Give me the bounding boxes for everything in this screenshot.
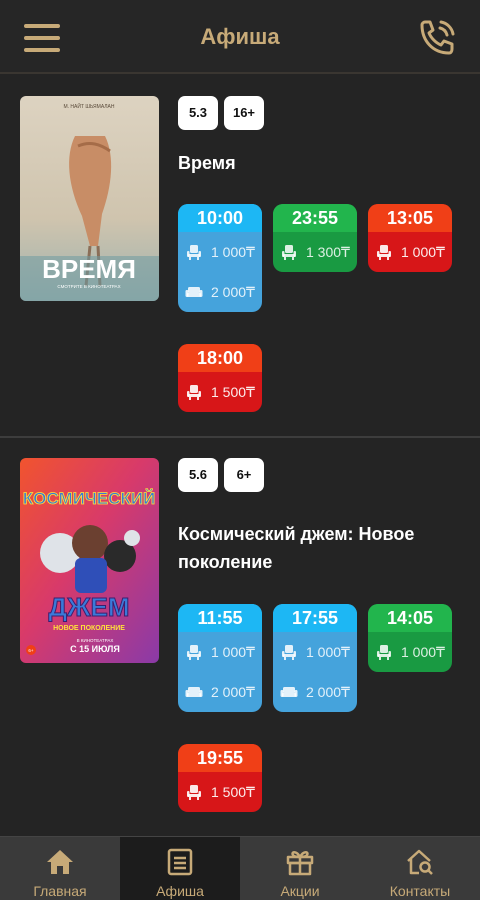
seance-time: 23:55 (273, 204, 357, 232)
nav-label: Акции (280, 883, 320, 899)
movie-title[interactable]: Время (178, 149, 458, 177)
price-value: 2 000₸ (211, 683, 255, 700)
age-badge: 16+ (224, 96, 264, 130)
poster-age: 6+ (28, 648, 34, 653)
movie-card[interactable]: М. НАЙТ ШЬЯМАЛАН ВРЕМЯ СМОТРИТЕ В КИНОТЕ… (0, 76, 480, 438)
price-value: 2 000₸ (306, 683, 350, 700)
movie-poster[interactable]: КОСМИЧЕСКИЙ ДЖЕМ НОВОЕ ПОКОЛЕНИЕ В КИНОТ… (20, 458, 159, 663)
poster-title-bottom: ДЖЕМ (48, 592, 129, 622)
poster-subtitle: СМОТРИТЕ В КИНОТЕАТРАХ (57, 284, 120, 289)
movie-list[interactable]: М. НАЙТ ШЬЯМАЛАН ВРЕМЯ СМОТРИТЕ В КИНОТЕ… (0, 76, 480, 836)
rating-badge: 5.3 (178, 96, 218, 130)
price-value: 1 300₸ (306, 243, 350, 260)
seance-button[interactable]: 10:00 1 000₸ 2 000₸ (178, 204, 262, 312)
price-value: 1 000₸ (401, 243, 445, 260)
phone-call-icon[interactable] (416, 18, 458, 60)
price-value: 1 000₸ (401, 643, 445, 660)
seance-time: 11:55 (178, 604, 262, 632)
poster-date-line1: В КИНОТЕАТРАХ (77, 638, 114, 643)
price-row: 1 000₸ (178, 232, 262, 272)
price-row: 2 000₸ (273, 672, 357, 712)
price-row: 1 500₸ (178, 372, 262, 412)
price-row: 1 300₸ (273, 232, 357, 272)
seance-button[interactable]: 14:05 1 000₸ (368, 604, 452, 672)
seance-button[interactable]: 11:55 1 000₸ 2 000₸ (178, 604, 262, 712)
seance-button[interactable]: 23:55 1 300₸ (273, 204, 357, 272)
poster-title-top: КОСМИЧЕСКИЙ (23, 489, 155, 508)
price-value: 1 500₸ (211, 383, 255, 400)
bottom-navigation: Главная Афиша Акции Контакты (0, 836, 480, 900)
top-app-bar: Афиша (0, 0, 480, 74)
seance-button[interactable]: 18:00 1 500₸ (178, 344, 262, 412)
nav-label: Главная (33, 883, 87, 899)
rating-badge: 5.6 (178, 458, 218, 492)
nav-item-promos[interactable]: Акции (240, 837, 360, 900)
movie-poster[interactable]: М. НАЙТ ШЬЯМАЛАН ВРЕМЯ СМОТРИТЕ В КИНОТЕ… (20, 96, 159, 301)
poster-list-icon (167, 848, 193, 876)
seance-time: 17:55 (273, 604, 357, 632)
gift-icon (286, 851, 314, 876)
poster-title: ВРЕМЯ (42, 254, 136, 284)
movie-title[interactable]: Космический джем: Новое поколение (178, 520, 458, 576)
seance-time: 18:00 (178, 344, 262, 372)
nav-item-home[interactable]: Главная (0, 837, 120, 900)
seat-icon (282, 645, 296, 660)
price-value: 1 000₸ (306, 643, 350, 660)
seat-icon (377, 245, 391, 260)
price-row: 2 000₸ (178, 672, 262, 712)
age-badge: 6+ (224, 458, 264, 492)
price-value: 2 000₸ (211, 283, 255, 300)
poster-date-line2: С 15 ИЮЛЯ (70, 644, 120, 654)
nav-item-afisha[interactable]: Афиша (120, 837, 240, 900)
sofa-icon (185, 287, 203, 297)
home-icon (47, 850, 73, 874)
movie-card[interactable]: КОСМИЧЕСКИЙ ДЖЕМ НОВОЕ ПОКОЛЕНИЕ В КИНОТ… (0, 438, 480, 836)
price-row: 1 000₸ (368, 632, 452, 672)
seance-time: 13:05 (368, 204, 452, 232)
sofa-icon (280, 687, 298, 697)
seat-icon (377, 645, 391, 660)
poster-subtitle: НОВОЕ ПОКОЛЕНИЕ (53, 625, 125, 632)
contacts-search-icon (407, 849, 433, 875)
seance-time: 19:55 (178, 744, 262, 772)
seance-time: 10:00 (178, 204, 262, 232)
price-value: 1 000₸ (211, 643, 255, 660)
price-row: 1 500₸ (178, 772, 262, 812)
seat-icon (187, 385, 201, 400)
poster-credit: М. НАЙТ ШЬЯМАЛАН (63, 102, 114, 110)
seat-icon (282, 245, 296, 260)
page-title: Афиша (200, 24, 280, 49)
seance-time: 14:05 (368, 604, 452, 632)
badges: 5.6 6+ (178, 458, 264, 492)
sofa-icon (185, 687, 203, 697)
price-row: 1 000₸ (273, 632, 357, 672)
badges: 5.3 16+ (178, 96, 264, 130)
nav-label: Афиша (156, 883, 204, 899)
price-row: 2 000₸ (178, 272, 262, 312)
seat-icon (187, 785, 201, 800)
price-row: 1 000₸ (368, 232, 452, 272)
seat-icon (187, 245, 201, 260)
seance-button[interactable]: 19:55 1 500₸ (178, 744, 262, 812)
price-row: 1 000₸ (178, 632, 262, 672)
price-value: 1 000₸ (211, 243, 255, 260)
price-value: 1 500₸ (211, 783, 255, 800)
nav-label: Контакты (389, 883, 451, 899)
seat-icon (187, 645, 201, 660)
seance-button[interactable]: 17:55 1 000₸ 2 000₸ (273, 604, 357, 712)
seance-button[interactable]: 13:05 1 000₸ (368, 204, 452, 272)
nav-item-contacts[interactable]: Контакты (360, 837, 480, 900)
